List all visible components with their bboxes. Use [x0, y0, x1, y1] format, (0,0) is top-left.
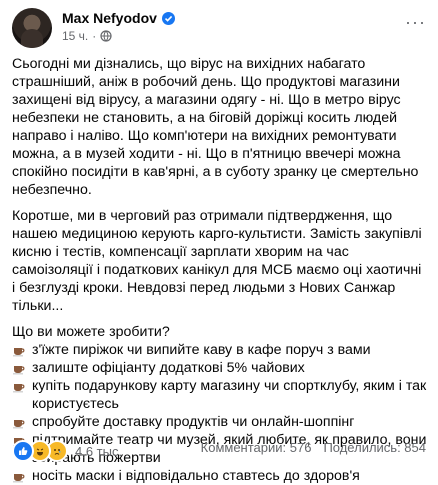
author-name[interactable]: Max Nefyodov — [62, 10, 157, 26]
avatar[interactable] — [12, 8, 52, 48]
coffee-cup-icon — [13, 384, 25, 393]
list-item-text: спробуйте доставку продуктів чи онлайн-ш… — [32, 414, 355, 430]
globe-icon — [100, 30, 112, 42]
list-item-text: купіть подарункову карту магазину чи спо… — [32, 378, 427, 412]
post-body: Сьогодні ми дізнались, що вірус на вихід… — [12, 55, 428, 485]
coffee-cup-icon — [13, 420, 25, 429]
list-item-text: носіть маски і відповідально ставтесь до… — [32, 468, 360, 484]
shares-count[interactable]: Поделились: 854 — [323, 440, 426, 455]
reactions-count[interactable]: 4,6 тыс. — [75, 444, 122, 459]
post-time[interactable]: 15 ч. — [62, 29, 88, 43]
coffee-cup-icon — [13, 348, 25, 357]
coffee-cup-icon — [13, 366, 25, 375]
coffee-cup-icon — [13, 474, 25, 483]
list-item: спробуйте доставку продуктів чи онлайн-ш… — [12, 413, 428, 431]
meta-separator: · — [92, 29, 97, 43]
reactions-summary[interactable]: 4,6 тыс. — [12, 440, 122, 462]
more-options-button[interactable]: ··· — [405, 12, 426, 33]
list-item: купіть подарункову карту магазину чи спо… — [12, 377, 428, 413]
list-item-text: залиште офіціанту додаткові 5% чайових — [32, 360, 305, 376]
post-header: Max Nefyodov 15 ч. · ··· — [12, 8, 426, 48]
post-paragraph-1: Сьогодні ми дізнались, що вірус на вихід… — [12, 56, 419, 198]
facebook-post: Max Nefyodov 15 ч. · ··· Сьогодні ми діз… — [0, 0, 438, 484]
tips-list: з'їжте пиріжок чи випийте каву в кафе по… — [12, 341, 428, 485]
author-row: Max Nefyodov — [62, 10, 175, 26]
list-item-text: з'їжте пиріжок чи випийте каву в кафе по… — [32, 342, 371, 358]
post-footer: 4,6 тыс. Комментарии: 576 Поделились: 85… — [12, 440, 426, 462]
comments-count[interactable]: Комментарии: 576 — [201, 440, 312, 455]
post-paragraph-2: Коротше, ми в черговий раз отримали підт… — [12, 208, 422, 314]
list-item: з'їжте пиріжок чи випийте каву в кафе по… — [12, 341, 428, 359]
verified-badge-icon — [161, 11, 175, 25]
like-reaction-icon — [12, 440, 34, 462]
list-item: носіть маски і відповідально ставтесь до… — [12, 467, 428, 485]
post-question: Що ви можете зробити? — [12, 324, 170, 340]
post-meta: 15 ч. · — [62, 29, 112, 43]
post-stats: Комментарии: 576 Поделились: 854 — [189, 440, 426, 455]
list-item: залиште офіціанту додаткові 5% чайових — [12, 359, 428, 377]
